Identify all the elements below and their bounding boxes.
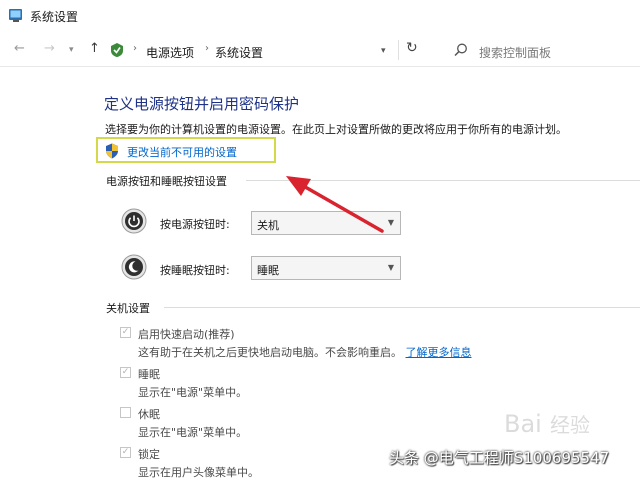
shutdown-section-title: 关机设置 — [106, 302, 150, 315]
change-settings-highlight: 更改当前不可用的设置 — [96, 137, 276, 163]
breadcrumb-item-power-options[interactable]: 电源选项 — [146, 44, 194, 61]
learn-more-link[interactable]: 了解更多信息 — [406, 346, 472, 359]
search-icon — [454, 43, 467, 57]
sleep-moon-icon — [121, 254, 147, 280]
control-panel-icon — [9, 9, 22, 22]
hibernate-checkbox[interactable] — [120, 407, 131, 418]
sleep-option-title: 睡眠 — [138, 368, 160, 381]
breadcrumb-separator-icon: › — [205, 43, 209, 54]
sleep-button-action-value: 睡眠 — [257, 264, 279, 277]
breadcrumb-separator-icon: › — [133, 43, 137, 54]
svg-text:经验: 经验 — [550, 413, 590, 437]
change-unavailable-settings-link[interactable]: 更改当前不可用的设置 — [127, 144, 237, 160]
section-divider — [246, 180, 640, 181]
uac-shield-icon — [106, 143, 118, 159]
power-options-icon — [111, 43, 123, 57]
power-buttons-section-title: 电源按钮和睡眠按钮设置 — [106, 175, 227, 188]
source-watermark: 头条 @电气工程师S100695547 — [389, 449, 610, 467]
up-arrow-icon[interactable]: ↑ — [89, 41, 100, 56]
search-input[interactable]: 搜索控制面板 — [444, 37, 640, 65]
title-bar: 系统设置 — [0, 0, 640, 32]
sleep-checkbox[interactable]: ✓ — [120, 367, 131, 378]
breadcrumb-item-system-settings[interactable]: 系统设置 — [215, 44, 263, 61]
refresh-icon[interactable]: ↻ — [406, 40, 418, 56]
forward-arrow-icon[interactable]: → — [44, 41, 55, 56]
power-button-label: 按电源按钮时: — [160, 218, 230, 231]
back-arrow-icon[interactable]: ← — [14, 41, 25, 56]
sleep-option-desc: 显示在"电源"菜单中。 — [138, 386, 248, 399]
lock-option-desc: 显示在用户头像菜单中。 — [138, 466, 259, 479]
hibernate-option-title: 休眠 — [138, 408, 160, 421]
power-icon — [121, 208, 147, 234]
fast-startup-desc: 这有助于在关机之后更快地启动电脑。不会影响重启。 了解更多信息 — [138, 346, 472, 359]
hibernate-option-desc: 显示在"电源"菜单中。 — [138, 426, 248, 439]
search-placeholder: 搜索控制面板 — [479, 46, 552, 60]
divider — [398, 40, 399, 60]
fast-startup-checkbox[interactable]: ✓ — [120, 327, 131, 338]
baidu-jingyan-watermark-logo: Bai 经验 — [504, 410, 590, 438]
fast-startup-title: 启用快速启动(推荐) — [138, 328, 235, 341]
lock-checkbox[interactable]: ✓ — [120, 447, 131, 458]
window-title: 系统设置 — [30, 10, 79, 24]
page-title: 定义电源按钮并启用密码保护 — [104, 95, 300, 113]
address-bar: ← → ▾ ↑ › 电源选项 › 系统设置 ▾ ↻ 搜索控制面板 — [0, 32, 640, 67]
chevron-down-icon: ▼ — [387, 263, 394, 272]
section-divider — [164, 307, 640, 308]
breadcrumb[interactable]: › 电源选项 › 系统设置 ▾ — [108, 36, 398, 64]
sleep-button-label: 按睡眠按钮时: — [160, 264, 230, 277]
address-history-chevron-icon[interactable]: ▾ — [381, 46, 386, 56]
page-description: 选择要为你的计算机设置的电源设置。在此页上对设置所做的更改将应用于你所有的电源计… — [105, 123, 567, 136]
sleep-button-action-select[interactable]: 睡眠 ▼ — [251, 256, 401, 280]
chevron-down-icon: ▼ — [387, 218, 394, 227]
lock-option-title: 锁定 — [138, 448, 160, 461]
power-button-action-select[interactable]: 关机 ▼ — [251, 211, 401, 235]
recent-locations-chevron-icon[interactable]: ▾ — [69, 45, 74, 55]
power-button-action-value: 关机 — [257, 219, 279, 232]
svg-text:Bai: Bai — [504, 410, 542, 438]
